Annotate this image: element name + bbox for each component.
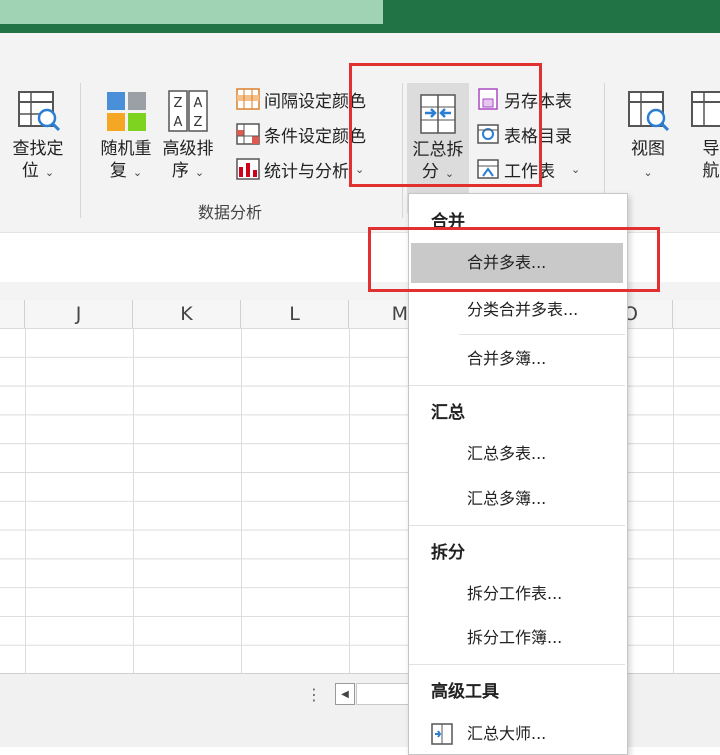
view-table-icon: [628, 91, 670, 132]
ribbon-divider: [402, 83, 403, 218]
save-doc-icon: [478, 88, 498, 110]
worksheet-icon: [477, 159, 499, 179]
summary-split-dropdown: 合并 合并多表... 分类合并多表... 合并多簿... 汇总 汇总多表... …: [408, 193, 628, 755]
advanced-sort-label-2: 序 ⌄: [171, 161, 205, 181]
menu-section-summary: 汇总: [431, 403, 465, 423]
scroll-left-button[interactable]: ◀: [335, 683, 355, 705]
chevron-down-icon: ⌄: [355, 162, 365, 176]
svg-text:Z: Z: [194, 115, 203, 130]
menu-item-split-worksheet[interactable]: 拆分工作表...: [411, 574, 623, 614]
chevron-down-icon: ⌄: [44, 166, 55, 179]
column-header-l[interactable]: L: [241, 300, 349, 328]
chevron-down-icon: ⌄: [444, 167, 455, 180]
navigation-button[interactable]: 导 航: [686, 88, 720, 182]
random-reorder-label-1: 随机重: [100, 139, 152, 159]
navigation-label-2: 航: [702, 161, 720, 181]
random-reorder-label-2: 复 ⌄: [109, 161, 143, 181]
menu-item-merge-multi-sheets[interactable]: 合并多表...: [411, 243, 623, 283]
random-reorder-button[interactable]: 随机重 复 ⌄: [94, 88, 158, 184]
table-directory-button[interactable]: 表格目录: [476, 121, 572, 147]
condition-color-button[interactable]: 条件设定颜色: [236, 121, 366, 147]
menu-item-split-workbook[interactable]: 拆分工作簿...: [411, 618, 623, 658]
merge-split-icon: [420, 94, 456, 134]
sort-az-icon: Z A A Z: [168, 90, 208, 132]
chevron-down-icon: ⌄: [643, 166, 653, 179]
menu-divider: [409, 525, 625, 526]
horizontal-scrollbar[interactable]: [356, 683, 416, 705]
view-label: 视图: [631, 139, 665, 159]
menu-divider: [409, 385, 625, 386]
navigation-icon: [691, 91, 720, 127]
save-sheet-as-label: 另存本表: [504, 91, 572, 112]
chevron-down-icon: ⌄: [132, 166, 143, 179]
column-header-j[interactable]: J: [25, 300, 133, 328]
svg-text:A: A: [194, 96, 203, 111]
column-header-partial[interactable]: [0, 300, 25, 328]
active-tab-strip[interactable]: [0, 0, 383, 24]
more-dots-icon[interactable]: ⋮: [306, 685, 322, 704]
menu-item-summary-multi-sheets[interactable]: 汇总多表...: [411, 434, 623, 474]
view-button[interactable]: 视图 ⌄: [620, 88, 676, 184]
svg-text:A: A: [174, 115, 183, 130]
worksheet-button[interactable]: 工作表 ⌄: [476, 156, 580, 182]
navigation-label-1: 导: [702, 139, 720, 159]
menu-divider: [459, 334, 625, 335]
menu-section-advanced: 高级工具: [431, 682, 499, 702]
condition-color-label: 条件设定颜色: [264, 126, 366, 147]
column-header-k[interactable]: K: [133, 300, 241, 328]
interval-grid-icon: [236, 88, 260, 110]
stats-table-icon: [236, 158, 260, 180]
find-locate-button[interactable]: 查找定 位 ⌄: [6, 88, 70, 184]
random-tiles-icon: [107, 92, 146, 131]
ribbon-divider: [80, 83, 81, 218]
find-locate-label-1: 查找定: [12, 139, 64, 159]
directory-icon: [477, 124, 499, 144]
chevron-down-icon: ⌄: [194, 166, 205, 179]
save-sheet-as-button[interactable]: 另存本表: [476, 86, 572, 112]
svg-text:Z: Z: [174, 96, 183, 111]
chevron-down-icon: ⌄: [571, 162, 581, 176]
menu-divider: [409, 664, 625, 665]
menu-item-classify-merge-sheets[interactable]: 分类合并多表...: [411, 290, 623, 330]
view-chevron: ⌄: [620, 160, 676, 184]
condition-grid-icon: [236, 123, 260, 145]
stats-analysis-label: 统计与分析: [264, 161, 349, 182]
summary-split-label-2: 分 ⌄: [421, 162, 455, 182]
summary-master-icon: [431, 723, 453, 745]
menu-section-split: 拆分: [431, 543, 465, 563]
menu-item-summary-multi-books[interactable]: 汇总多簿...: [411, 479, 623, 519]
table-directory-label: 表格目录: [504, 126, 572, 147]
find-table-icon: [18, 91, 61, 132]
interval-color-label: 间隔设定颜色: [264, 91, 366, 112]
stats-analysis-button[interactable]: 统计与分析 ⌄: [236, 156, 364, 182]
find-locate-label-2: 位 ⌄: [21, 161, 55, 181]
group-label-data-analysis: 数据分析: [197, 203, 262, 222]
advanced-sort-label-1: 高级排: [162, 139, 214, 159]
advanced-sort-button[interactable]: Z A A Z 高级排 序 ⌄: [156, 88, 220, 184]
menu-item-merge-multi-books[interactable]: 合并多簿...: [411, 339, 623, 379]
summary-split-label-1: 汇总拆: [412, 140, 464, 160]
interval-color-button[interactable]: 间隔设定颜色: [236, 86, 366, 112]
menu-section-merge: 合并: [431, 212, 465, 232]
worksheet-label: 工作表: [504, 161, 555, 182]
